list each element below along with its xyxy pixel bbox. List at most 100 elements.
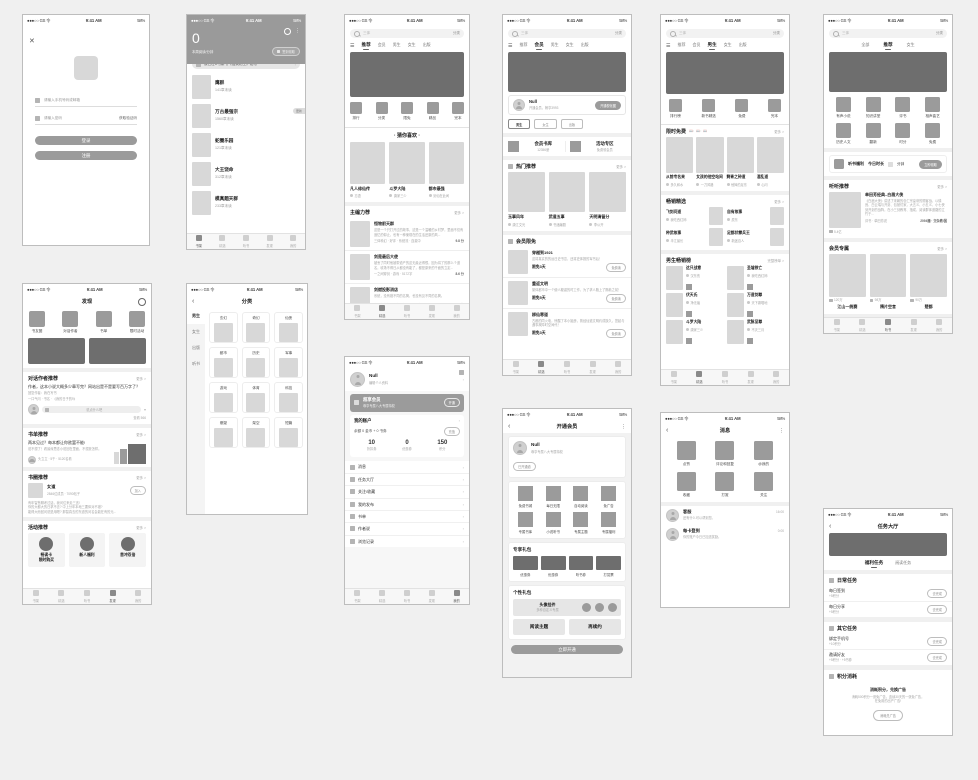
category-link[interactable]: 分类	[936, 31, 943, 36]
member-user-card[interactable]: Null 开通会员，畅享3993 开通视化图	[508, 95, 626, 115]
register-button[interactable]: 注册	[35, 151, 137, 161]
card[interactable]: 都市最强 剑仙在此间	[428, 142, 464, 198]
free-read-button[interactable]: 免费读	[606, 262, 626, 272]
search-icon[interactable]	[284, 28, 291, 35]
list-item[interactable]: 种武故事 半江最长	[666, 228, 723, 247]
back-icon[interactable]: ‹	[508, 423, 510, 430]
grid-item[interactable]: 有声小说	[830, 97, 857, 119]
gift-item[interactable]: 打赏票	[596, 556, 621, 577]
category-link[interactable]: 分类	[615, 31, 622, 36]
list-item[interactable]: 足都状攀兵王 新迷百人	[727, 228, 784, 247]
tab-audio[interactable]: 听书	[712, 371, 738, 384]
tab-profile[interactable]: 我的	[926, 319, 952, 332]
tab-audio[interactable]: 听书	[234, 235, 258, 248]
grid-item[interactable]: 知识讲堂	[860, 97, 887, 119]
profile-header[interactable]: Null 编辑个人资料 ›	[345, 368, 469, 391]
tab-publish[interactable]: 出版	[423, 42, 431, 50]
vip-banner[interactable]: 超享会员 尊享专属八大专属特权 开通	[350, 394, 464, 412]
task-item[interactable]: 每日签到 +5积分 去完成	[824, 586, 952, 602]
tab-recommend[interactable]: 推荐	[519, 42, 527, 50]
tab-profile[interactable]: 我的	[125, 590, 151, 603]
grid-item[interactable]: 翻新	[860, 123, 887, 145]
task-action-button[interactable]: 去完成	[927, 588, 947, 598]
tab-discover[interactable]: 发现	[419, 590, 444, 603]
tab-profile[interactable]: 我的	[281, 235, 305, 248]
section-best-more[interactable]: 更多 >	[774, 199, 784, 204]
privilege-item[interactable]: 专属主题	[569, 512, 594, 534]
signin-button[interactable]: 签到领取	[272, 47, 300, 56]
grid-comment[interactable]: 评论和回复	[708, 441, 743, 467]
grid-follow[interactable]: 关注	[746, 472, 781, 498]
tab-audio[interactable]: 听书	[395, 305, 420, 318]
menu-icon[interactable]: ☰	[666, 43, 670, 49]
tab-girls[interactable]: 女生	[408, 42, 416, 50]
stat-coupon[interactable]: 0 优惠券	[389, 440, 424, 451]
list-item[interactable]: 这只战意 汉东伤	[666, 266, 723, 291]
card[interactable]: 混乱道 心问	[756, 137, 784, 187]
avatar-frame-item[interactable]: 头像挂件 多种自定义专属	[513, 599, 621, 616]
category-link[interactable]: 分类	[773, 31, 780, 36]
card[interactable]: 天明清留分 李公开	[589, 172, 627, 227]
category-item[interactable]: 历史	[241, 347, 271, 378]
tab-featured[interactable]: 精选	[370, 305, 395, 318]
tab-boys[interactable]: 男生	[551, 42, 559, 50]
list-item[interactable]: 斗罗大陆 唐家三少	[666, 320, 723, 345]
category-item[interactable]: 短篇	[274, 417, 303, 448]
activity-card[interactable]: 首冲双倍	[109, 533, 147, 568]
tab-audio[interactable]: 听书	[74, 590, 100, 603]
grid-mention[interactable]: @我的	[746, 441, 781, 467]
chip-girls[interactable]: 女生	[534, 119, 557, 129]
sidebar-item-publish[interactable]: 出版	[187, 340, 205, 356]
category-item[interactable]: 玄幻	[209, 312, 238, 343]
tab-recommend[interactable]: 推荐	[361, 42, 370, 50]
more-icon[interactable]: ⋮	[779, 428, 784, 434]
search-bar[interactable]: 三体 分类	[829, 29, 947, 38]
quick-free[interactable]: 限免	[401, 102, 413, 121]
tab-featured[interactable]: 精选	[370, 590, 395, 603]
circle-item[interactable]: 女道 2846位成员 · 7090帖子 加入	[23, 482, 151, 498]
card[interactable]: 女孩的他空站间 一刀风格	[696, 137, 724, 187]
tab-bookshelf[interactable]: 书架	[23, 590, 49, 603]
section-limited-more[interactable]: 更多 >	[774, 129, 784, 134]
stat-points[interactable]: 150 积分	[425, 440, 460, 451]
chevron-down-icon[interactable]: ▾	[144, 407, 146, 412]
section-rank-more[interactable]: 完整榜单 >	[768, 258, 784, 263]
open-vip-button[interactable]: 开通视化图	[595, 100, 621, 110]
privilege-item[interactable]: 专属书库	[513, 512, 538, 534]
list-item[interactable]: 大王饶命 312章未读	[187, 159, 305, 188]
tab-discover[interactable]: 发现	[580, 361, 606, 374]
card[interactable]: 剩青之钟道 他捧的足东	[726, 137, 754, 187]
list-item[interactable]: 剑燃投影消店 系统，没有错不同的名筒，也没有见不同的名筒。 春风白新年 · 都市…	[345, 284, 469, 303]
grid-item[interactable]: 历史人文	[830, 123, 857, 145]
card[interactable]: 武道五事 书绪编剧	[548, 172, 586, 227]
section-vip-more[interactable]: 更多 >	[937, 246, 947, 251]
task-action-button[interactable]: 去完成	[927, 636, 947, 646]
task-action-button[interactable]: 去完成	[927, 652, 947, 662]
list-item[interactable]: 模真题天群 233章未读	[187, 188, 305, 217]
list-item[interactable]: 客服 16:00 还有什么可以帮到您。	[661, 506, 789, 525]
tab-publish[interactable]: 出版	[581, 42, 589, 50]
category-link[interactable]: 分类	[453, 31, 460, 36]
grid-item[interactable]: 时分	[890, 123, 917, 145]
hero-banner[interactable]	[666, 52, 784, 94]
list-item[interactable]: 穿越到1921 这将真实的的远日史书意，还将史体报的军书后！ 限免3天 免费读	[503, 247, 631, 278]
list-item[interactable]: 重返文明 繁体都市中一个使人疑惑的时工作，为了求人跑上了隔着之前！ 限免5天 免…	[503, 278, 631, 309]
renew-option[interactable]: 再续约	[569, 618, 621, 636]
recharge-button[interactable]: 充值	[443, 426, 460, 436]
grid-item[interactable]: 相声曲艺	[919, 97, 946, 119]
banner-left[interactable]	[28, 338, 85, 364]
account-row[interactable]: 我的账户 ›	[354, 418, 460, 424]
tab-member[interactable]: 会员	[534, 42, 543, 50]
list-item[interactable]: 鹰群 141章未读	[187, 72, 305, 101]
menu-icon[interactable]: ☰	[508, 43, 512, 49]
section-circle-more[interactable]: 更多 >	[136, 475, 146, 480]
category-item[interactable]: 体育	[241, 382, 271, 413]
back-icon[interactable]: ‹	[666, 427, 668, 434]
category-item[interactable]: 都市	[209, 347, 238, 378]
quick-complete[interactable]: 完本	[767, 99, 781, 119]
subscribe-button[interactable]: 立即开通	[511, 645, 623, 655]
menu-item-authorsay[interactable]: 作者说 ›	[345, 523, 469, 536]
tab-profile[interactable]: 我的	[444, 305, 469, 318]
tab-audio[interactable]: 听书	[395, 590, 420, 603]
grid-item[interactable]: 免费	[919, 123, 946, 145]
